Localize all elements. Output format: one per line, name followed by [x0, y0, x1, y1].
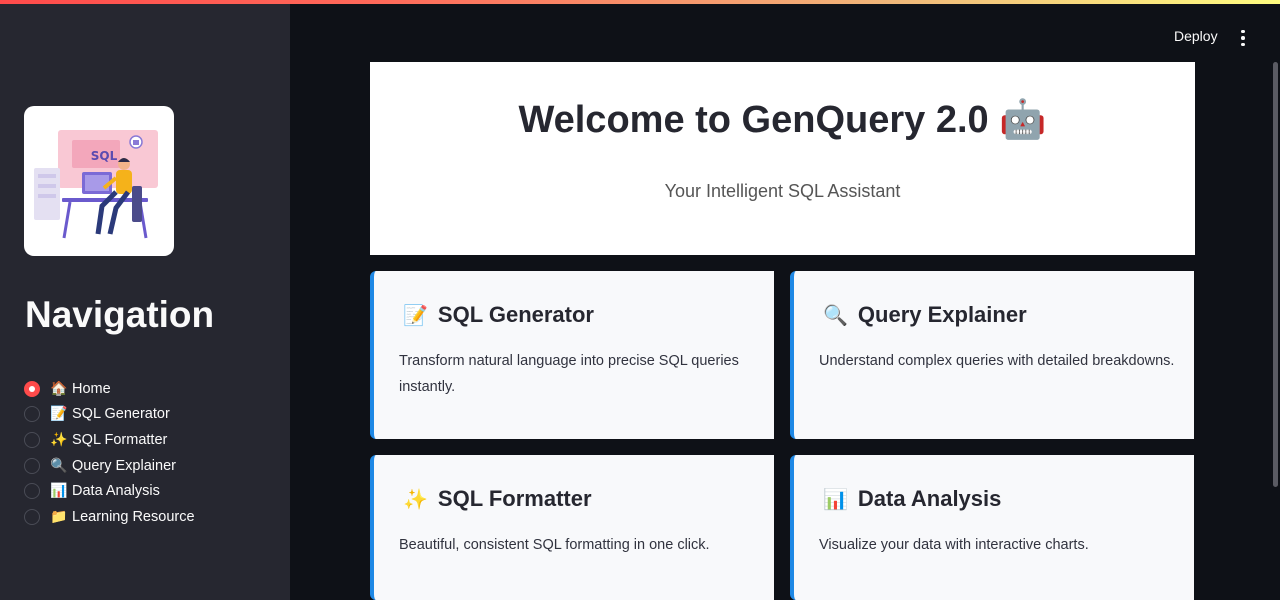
- sparkles-icon: ✨: [403, 488, 428, 511]
- nav-option-label: Data Analysis: [72, 483, 160, 500]
- feature-card-title-text: Query Explainer: [857, 302, 1027, 327]
- feature-card-title: 📝 SQL Generator: [403, 302, 594, 328]
- page-title-text: Welcome to GenQuery 2.0: [518, 99, 989, 141]
- feature-card-title-text: SQL Formatter: [437, 486, 592, 511]
- nav-option-label: Query Explainer: [72, 457, 176, 474]
- nav-option-label: SQL Generator: [72, 406, 170, 423]
- feature-card-description: Beautiful, consistent SQL formatting in …: [399, 537, 710, 553]
- nav-option-label: Home: [72, 380, 111, 397]
- bar-chart-icon: 📊: [823, 488, 848, 511]
- feature-card-title-text: Data Analysis: [857, 486, 1002, 511]
- feature-card-title-text: SQL Generator: [437, 302, 594, 327]
- radio-unselected-icon[interactable]: [24, 483, 40, 500]
- feature-card-title: ✨ SQL Formatter: [403, 486, 592, 512]
- radio-selected-icon[interactable]: [24, 380, 40, 397]
- app-logo: SQL: [24, 106, 174, 256]
- feature-card-sql-generator: 📝 SQL Generator Transform natural langua…: [370, 271, 774, 439]
- nav-option-label: Learning Resource: [72, 508, 195, 525]
- feature-card-data-analysis: 📊 Data Analysis Visualize your data with…: [790, 455, 1194, 600]
- magnifier-icon: 🔍: [823, 304, 848, 327]
- memo-icon: 📝: [403, 304, 428, 327]
- radio-unselected-icon[interactable]: [24, 457, 40, 474]
- nav-option-sql-formatter[interactable]: ✨ SQL Formatter: [24, 427, 274, 453]
- radio-unselected-icon[interactable]: [24, 508, 40, 525]
- nav-option-learning-resource[interactable]: 📁 Learning Resource: [24, 504, 274, 530]
- nav-option-sql-generator[interactable]: 📝 SQL Generator: [24, 402, 274, 428]
- deploy-button[interactable]: Deploy: [1162, 26, 1230, 46]
- house-icon: 🏠: [50, 380, 68, 397]
- navigation-radio-group: 🏠 Home 📝 SQL Generator ✨ SQL Formatter 🔍…: [24, 376, 274, 530]
- sql-illustration-icon: SQL: [34, 130, 158, 239]
- page-title: Welcome to GenQuery 2.0 🤖: [370, 98, 1195, 142]
- bar-chart-icon: 📊: [50, 483, 68, 500]
- nav-option-query-explainer[interactable]: 🔍 Query Explainer: [24, 453, 274, 479]
- feature-card-sql-formatter: ✨ SQL Formatter Beautiful, consistent SQ…: [370, 455, 774, 600]
- feature-card-title: 📊 Data Analysis: [823, 486, 1001, 512]
- sidebar: SQL Navigation 🏠 Home 📝 SQL Generator ✨ …: [0, 4, 290, 600]
- folder-icon: 📁: [50, 508, 68, 525]
- feature-card-title: 🔍 Query Explainer: [823, 302, 1027, 328]
- radio-unselected-icon[interactable]: [24, 431, 40, 448]
- magnifier-icon: 🔍: [50, 457, 68, 474]
- feature-card-description: Understand complex queries with detailed…: [819, 353, 1175, 369]
- radio-unselected-icon[interactable]: [24, 406, 40, 423]
- nav-option-home[interactable]: 🏠 Home: [24, 376, 274, 402]
- page-subtitle: Your Intelligent SQL Assistant: [664, 181, 901, 201]
- nav-option-label: SQL Formatter: [72, 431, 168, 448]
- main-scrollbar[interactable]: [1273, 62, 1278, 487]
- feature-card-query-explainer: 🔍 Query Explainer Understand complex que…: [790, 271, 1194, 439]
- robot-icon: 🤖: [999, 99, 1047, 141]
- feature-card-description: Transform natural language into precise …: [399, 353, 739, 395]
- memo-icon: 📝: [50, 406, 68, 423]
- feature-card-description: Visualize your data with interactive cha…: [819, 537, 1089, 553]
- nav-option-data-analysis[interactable]: 📊 Data Analysis: [24, 478, 274, 504]
- welcome-banner: Welcome to GenQuery 2.0 🤖 Your Intellige…: [370, 62, 1195, 255]
- navigation-heading: Navigation: [25, 294, 215, 335]
- sparkles-icon: ✨: [50, 431, 68, 448]
- logo-sql-text: SQL: [91, 149, 118, 163]
- main-menu-kebab-icon[interactable]: [1232, 26, 1254, 50]
